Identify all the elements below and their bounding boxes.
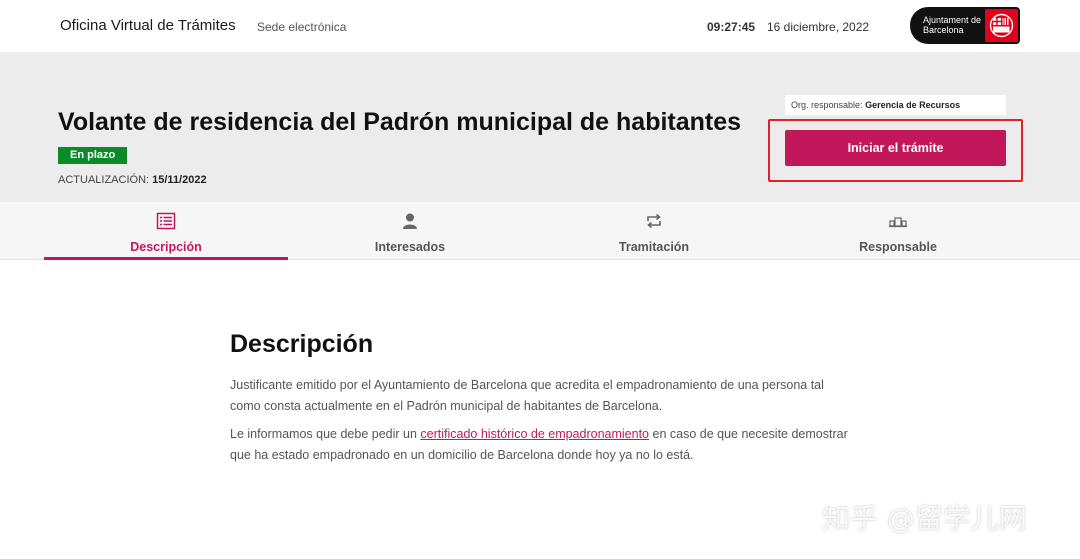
org-responsible: Org. responsable: Gerencia de Recursos	[785, 95, 1006, 115]
tab-tramitacion[interactable]: Tramitación	[532, 202, 776, 260]
watermark: 知乎 @留学儿网	[822, 502, 1027, 535]
top-bar: Oficina Virtual de Trámites Sede electró…	[0, 0, 1080, 52]
tab-label: Tramitación	[618, 240, 690, 254]
tab-label: Responsable	[859, 240, 937, 254]
current-date: 16 diciembre, 2022	[767, 20, 870, 34]
update-date: 15/11/2022	[152, 174, 207, 186]
clock-time: 09:27:45	[707, 20, 756, 34]
page-title: Volante de residencia del Padrón municip…	[58, 108, 742, 136]
city-seal-icon	[985, 9, 1018, 42]
hero-section: Volante de residencia del Padrón municip…	[0, 52, 1080, 202]
tab-label: Interesados	[374, 240, 446, 254]
list-icon	[156, 212, 176, 230]
org-value: Gerencia de Recursos	[865, 100, 961, 110]
info-text-before: Le informamos que debe pedir un	[230, 427, 421, 441]
site-title[interactable]: Oficina Virtual de Trámites	[60, 17, 236, 34]
tab-label: Descripción	[130, 240, 202, 254]
update-info: ACTUALIZACIÓN: 15/11/2022	[58, 174, 207, 186]
status-badge: En plazo	[58, 147, 128, 164]
start-procedure-button[interactable]: Iniciar el trámite	[785, 130, 1006, 166]
logo-text: Ajuntament de Barcelona	[923, 15, 982, 35]
tab-responsable[interactable]: Responsable	[776, 202, 1020, 260]
section-title: Descripción	[230, 330, 374, 358]
tab-descripcion[interactable]: Descripción	[44, 202, 288, 260]
person-icon	[400, 212, 420, 230]
barcelona-logo[interactable]: Ajuntament de Barcelona	[910, 7, 1020, 44]
update-label: ACTUALIZACIÓN:	[58, 174, 150, 186]
cycle-icon	[644, 212, 664, 230]
description-paragraph: Justificante emitido por el Ayuntamiento…	[230, 378, 824, 413]
building-icon	[888, 212, 908, 230]
tab-bar: Descripción Interesados Tramitación Resp…	[0, 202, 1080, 260]
tab-interesados[interactable]: Interesados	[288, 202, 532, 260]
info-paragraph: Le informamos que debe pedir un certific…	[230, 424, 850, 466]
site-subtitle[interactable]: Sede electrónica	[257, 20, 346, 34]
historic-certificate-link[interactable]: certificado histórico de empadronamiento	[420, 427, 649, 441]
org-label: Org. responsable:	[791, 100, 863, 110]
